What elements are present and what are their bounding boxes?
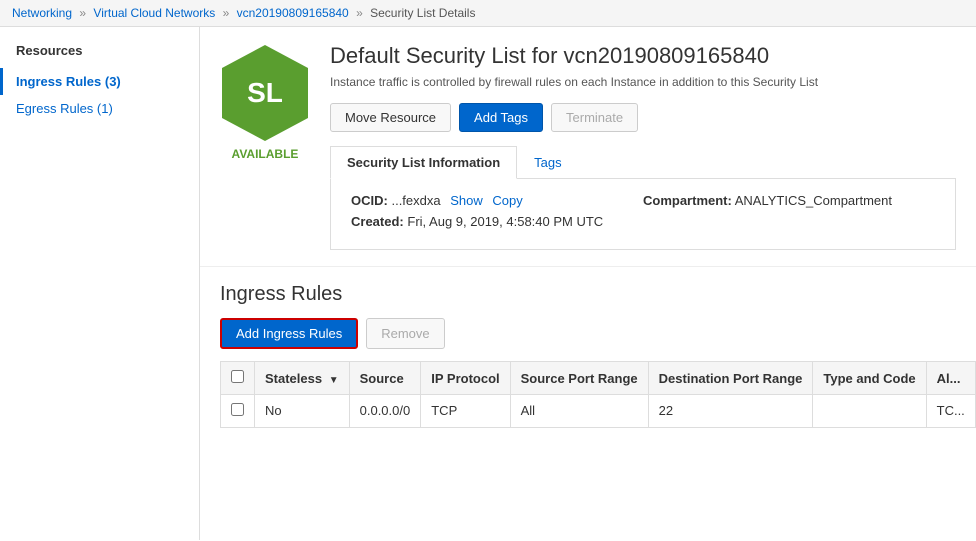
header-allow: Al... [926,362,975,395]
row-allow: TC... [926,395,975,428]
availability-status: AVAILABLE [232,147,299,161]
ingress-rules-table: Stateless ▼ Source IP Protocol Source Po… [220,361,976,428]
sidebar-heading: Resources [0,43,199,68]
ocid-show-link[interactable]: Show [450,193,483,208]
ocid-value: ...fexdxa [391,193,440,208]
tab-security-list-information[interactable]: Security List Information [330,146,517,179]
sidebar-item-egress-rules[interactable]: Egress Rules (1) [0,95,199,122]
header-info: Default Security List for vcn20190809165… [330,43,956,250]
row-ip-protocol: TCP [421,395,510,428]
created-value: Fri, Aug 9, 2019, 4:58:40 PM UTC [407,214,603,229]
add-ingress-rules-button[interactable]: Add Ingress Rules [220,318,358,349]
sidebar-item-ingress-rules[interactable]: Ingress Rules (3) [0,68,199,95]
resource-subtitle: Instance traffic is controlled by firewa… [330,75,956,89]
row-stateless: No [255,395,350,428]
breadcrumb-current: Security List Details [370,6,475,20]
move-resource-button[interactable]: Move Resource [330,103,451,132]
row-checkbox[interactable] [231,403,244,416]
action-buttons: Move Resource Add Tags Terminate [330,103,956,132]
header-stateless: Stateless ▼ [255,362,350,395]
breadcrumb-vcn[interactable]: Virtual Cloud Networks [93,6,215,20]
row-dst-port-range: 22 [648,395,813,428]
terminate-button[interactable]: Terminate [551,103,638,132]
page-title: Default Security List for vcn20190809165… [330,43,956,69]
add-tags-button[interactable]: Add Tags [459,103,543,132]
header-source: Source [349,362,421,395]
hexagon-initials: SL [247,77,283,109]
ocid-label: OCID: [351,193,388,208]
tab-bar: Security List Information Tags [330,146,956,179]
content-area: SL AVAILABLE Default Security List for v… [200,27,976,540]
breadcrumb-networking[interactable]: Networking [12,6,72,20]
compartment-label: Compartment: [643,193,732,208]
table-row: No 0.0.0.0/0 TCP All 22 TC... [221,395,976,428]
row-src-port-range: All [510,395,648,428]
header-ip-protocol: IP Protocol [421,362,510,395]
remove-button[interactable]: Remove [366,318,444,349]
header-source-port-range: Source Port Range [510,362,648,395]
select-all-checkbox[interactable] [231,370,244,383]
tab-tags[interactable]: Tags [517,146,578,178]
row-type-and-code [813,395,926,428]
hexagon-icon: SL [220,43,310,143]
header-section: SL AVAILABLE Default Security List for v… [200,27,976,267]
ingress-rules-section: Ingress Rules Add Ingress Rules Remove S… [200,267,976,444]
breadcrumb-vcn-id[interactable]: vcn20190809165840 [237,6,349,20]
rules-toolbar: Add Ingress Rules Remove [220,318,956,349]
created-label: Created: [351,214,404,229]
sidebar: Resources Ingress Rules (3) Egress Rules… [0,27,200,540]
header-checkbox [221,362,255,395]
sort-arrow-stateless: ▼ [329,375,339,386]
ocid-row: OCID: ...fexdxa Show Copy Compartment: A… [351,193,935,208]
ingress-rules-title: Ingress Rules [220,283,956,306]
table-header-row: Stateless ▼ Source IP Protocol Source Po… [221,362,976,395]
tab-content: OCID: ...fexdxa Show Copy Compartment: A… [330,179,956,250]
header-destination-port-range: Destination Port Range [648,362,813,395]
header-type-and-code: Type and Code [813,362,926,395]
resource-icon-container: SL AVAILABLE [220,43,310,161]
breadcrumb: Networking » Virtual Cloud Networks » vc… [0,0,976,27]
row-checkbox-cell [221,395,255,428]
table-body: No 0.0.0.0/0 TCP All 22 TC... [221,395,976,428]
compartment-value: ANALYTICS_Compartment [735,193,892,208]
ocid-copy-link[interactable]: Copy [492,193,522,208]
row-source: 0.0.0.0/0 [349,395,421,428]
created-row: Created: Fri, Aug 9, 2019, 4:58:40 PM UT… [351,214,935,229]
